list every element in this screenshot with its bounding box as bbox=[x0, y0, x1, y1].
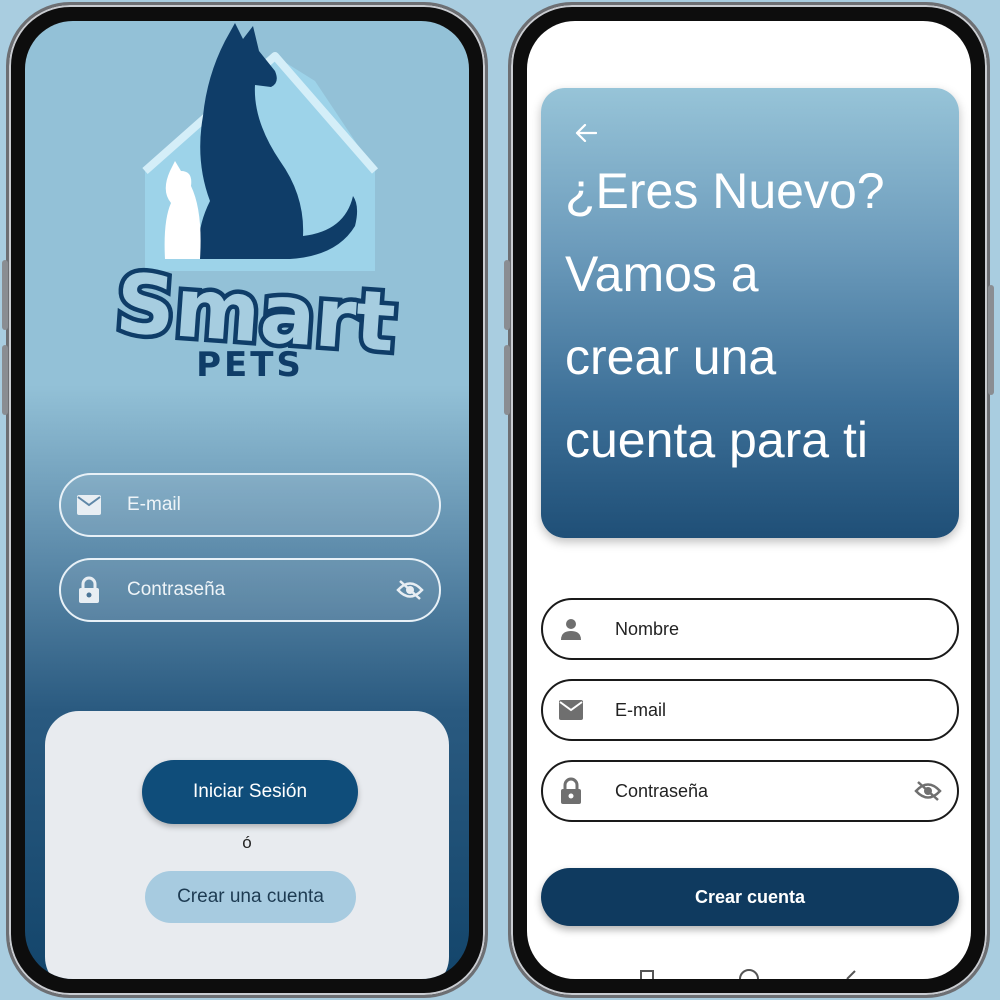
recents-icon[interactable] bbox=[637, 967, 657, 979]
side-button bbox=[988, 285, 994, 395]
email-field[interactable]: E-mail bbox=[541, 679, 959, 741]
title-line: crear una bbox=[565, 329, 777, 385]
title-line: ¿Eres Nuevo? bbox=[565, 163, 885, 219]
email-placeholder: E-mail bbox=[615, 699, 667, 720]
name-field[interactable]: Nombre bbox=[541, 598, 959, 660]
arrow-back-icon[interactable] bbox=[571, 118, 601, 148]
login-actions-card: Iniciar Sesión ó Crear una cuenta bbox=[45, 711, 449, 979]
system-nav-bar bbox=[527, 967, 971, 979]
smart-pets-logo: Smart PETS bbox=[108, 23, 403, 381]
lock-icon bbox=[557, 777, 585, 805]
password-placeholder: Contraseña bbox=[615, 780, 709, 801]
home-icon[interactable] bbox=[737, 967, 761, 979]
title-line: Vamos a bbox=[565, 246, 759, 302]
eye-off-icon[interactable] bbox=[913, 776, 943, 806]
back-nav-icon[interactable] bbox=[841, 967, 861, 979]
logo-brand-sub: PETS bbox=[196, 345, 304, 381]
password-placeholder: Contraseña bbox=[127, 579, 226, 600]
password-field[interactable]: Contraseña bbox=[59, 558, 441, 622]
create-account-button[interactable]: Crear una cuenta bbox=[145, 871, 356, 923]
side-button bbox=[504, 260, 510, 330]
login-screen: Smart PETS E-mail Contraseña Iniciar Ses… bbox=[25, 21, 469, 979]
side-button bbox=[2, 260, 8, 330]
register-header-card: ¿Eres Nuevo? Vamos a crear una cuenta pa… bbox=[541, 88, 959, 538]
email-field[interactable]: E-mail bbox=[59, 473, 441, 537]
eye-off-icon[interactable] bbox=[395, 575, 425, 605]
register-screen: ¿Eres Nuevo? Vamos a crear una cuenta pa… bbox=[527, 21, 971, 979]
or-separator: ó bbox=[242, 833, 252, 852]
create-account-submit-button[interactable]: Crear cuenta bbox=[541, 868, 959, 926]
side-button bbox=[504, 345, 510, 415]
login-button[interactable]: Iniciar Sesión bbox=[142, 760, 358, 824]
register-title: ¿Eres Nuevo? Vamos a crear una cuenta pa… bbox=[565, 150, 955, 482]
mail-icon bbox=[75, 491, 103, 519]
person-icon bbox=[557, 615, 585, 643]
phone-frame-login: Smart PETS E-mail Contraseña Iniciar Ses… bbox=[2, 2, 488, 998]
lock-icon bbox=[75, 576, 103, 604]
phone-frame-register: ¿Eres Nuevo? Vamos a crear una cuenta pa… bbox=[504, 2, 994, 998]
title-line: cuenta para ti bbox=[565, 412, 868, 468]
password-field[interactable]: Contraseña bbox=[541, 760, 959, 822]
email-placeholder: E-mail bbox=[127, 494, 181, 515]
side-button bbox=[2, 345, 8, 415]
name-placeholder: Nombre bbox=[615, 618, 680, 639]
mail-icon bbox=[557, 696, 585, 724]
